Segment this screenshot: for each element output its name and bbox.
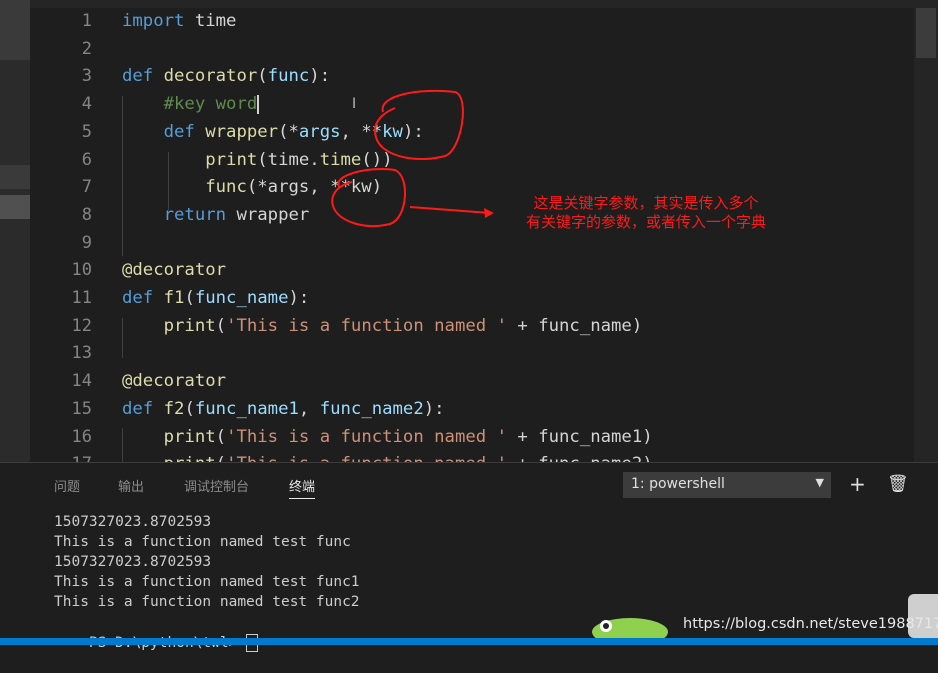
status-bar — [0, 638, 938, 645]
terminal-line: 1507327023.8702593 — [54, 514, 212, 530]
terminal-line: This is a function named test func — [54, 534, 351, 550]
red-annotation-marks: I — [331, 89, 494, 227]
terminal-line: This is a function named test func1 — [54, 574, 360, 590]
watermark: https://blog.csdn.net/steve1988717 — [683, 616, 938, 632]
tab-terminal[interactable]: 终端 — [289, 476, 316, 499]
circle-kw-param — [374, 89, 464, 161]
tab-debug-console[interactable]: 调试控制台 — [184, 476, 249, 495]
annotation-line-2: 有关键字的参数，或者传入一个字典 — [525, 213, 766, 231]
circle-kw-arg — [331, 168, 407, 227]
plus-icon[interactable]: + — [849, 472, 866, 496]
mouse-ibeam-icon: I — [352, 96, 356, 112]
annotation-note: 这是关键字参数，其实是传入多个 有关键字的参数，或者传入一个字典 — [486, 194, 806, 232]
arrow-line — [409, 206, 491, 214]
panel-tabs: 问题 输出 调试控制台 终端 — [0, 463, 600, 507]
tab-output[interactable]: 输出 — [118, 476, 144, 495]
terminal-line: 1507327023.8702593 — [54, 554, 212, 570]
tab-problems[interactable]: 问题 — [54, 476, 80, 495]
trash-icon[interactable]: 🗑 — [887, 474, 909, 494]
terminal-line: This is a function named test func2 — [54, 594, 360, 610]
annotation-line-1: 这是关键字参数，其实是传入多个 — [533, 194, 759, 212]
shell-select-value: 1: powershell — [631, 476, 725, 492]
terminal-shell-select[interactable]: 1: powershell ▼ — [623, 472, 831, 498]
chevron-down-icon: ▼ — [815, 476, 824, 489]
